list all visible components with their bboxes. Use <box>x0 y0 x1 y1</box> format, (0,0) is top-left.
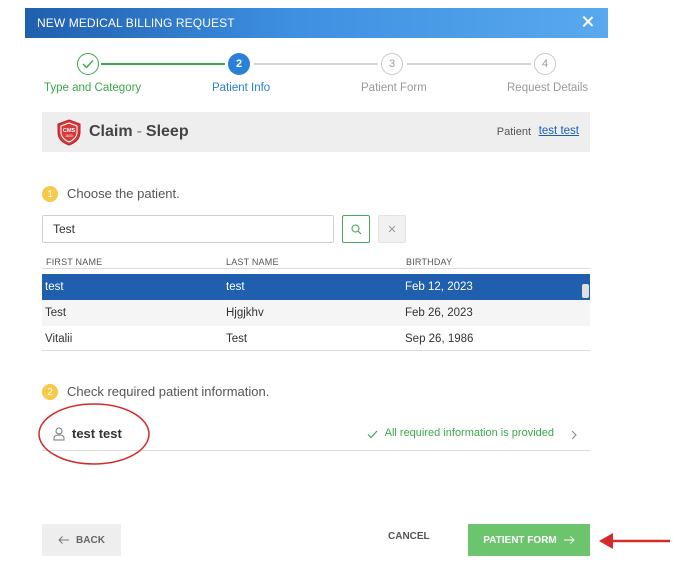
arrow-left-icon <box>58 536 70 544</box>
patient-link[interactable]: test test <box>539 125 579 137</box>
step-3-circle[interactable]: 3 <box>381 53 403 75</box>
step-4-circle[interactable]: 4 <box>534 53 556 75</box>
modal-header: NEW MEDICAL BILLING REQUEST <box>25 8 608 38</box>
col-header-first-name[interactable]: FIRST NAME <box>46 257 102 267</box>
section-2-number: 2 <box>42 384 58 400</box>
cell-birthday: Sep 26, 1986 <box>405 333 474 345</box>
section-1-number: 1 <box>42 186 58 202</box>
required-info-status: All required information is provided <box>384 427 554 439</box>
cms-shield-icon: CMS 1500 <box>57 119 81 146</box>
patient-form-label: PATIENT FORM <box>483 534 557 546</box>
col-header-birthday[interactable]: BIRTHDAY <box>406 257 452 267</box>
cell-first-name: test <box>45 281 64 293</box>
cell-birthday: Feb 26, 2023 <box>405 307 473 319</box>
section-2-title: Check required patient information. <box>67 384 270 399</box>
patient-label: Patient <box>496 126 531 138</box>
required-row-divider <box>42 450 590 451</box>
cell-last-name: Test <box>226 333 248 345</box>
table-scrollbar[interactable] <box>582 284 589 298</box>
back-label: BACK <box>76 534 105 546</box>
table-row[interactable]: Test Hjgjkhv Feb 26, 2023 <box>42 300 590 326</box>
patient-form-button[interactable]: PATIENT FORM <box>468 524 590 556</box>
search-button[interactable] <box>342 215 370 243</box>
search-icon <box>350 223 361 234</box>
claim-type: Claim <box>89 123 133 140</box>
col-header-last-name[interactable]: LAST NAME <box>226 257 279 267</box>
required-info-row[interactable]: test test All required information is pr… <box>42 420 590 450</box>
badge-sub: 1500 <box>65 134 73 138</box>
step-connector-3 <box>407 63 531 65</box>
step-1-circle[interactable] <box>77 53 99 75</box>
annotation-arrow-icon <box>599 533 670 549</box>
cell-last-name: test <box>226 281 245 293</box>
back-button[interactable]: BACK <box>42 524 121 556</box>
step-1-label: Type and Category <box>44 82 142 94</box>
claim-separator: - <box>136 123 142 140</box>
cell-first-name: Vitalii <box>45 333 73 345</box>
check-icon <box>82 60 94 69</box>
cell-birthday: Feb 12, 2023 <box>405 281 473 293</box>
check-icon <box>367 430 378 439</box>
chevron-right-icon <box>571 430 577 440</box>
patient-search-input[interactable] <box>42 215 334 243</box>
arrow-right-icon <box>563 536 575 544</box>
table-row[interactable]: Vitalii Test Sep 26, 1986 <box>42 326 590 352</box>
table-bottom-divider <box>42 350 590 351</box>
table-row[interactable]: test test Feb 12, 2023 <box>42 274 590 300</box>
claim-title: Claim - Sleep <box>89 123 189 141</box>
step-4-label: Request Details <box>507 82 589 94</box>
modal-title: NEW MEDICAL BILLING REQUEST <box>37 16 235 30</box>
claim-category: Sleep <box>145 123 189 140</box>
table-header-divider <box>42 268 590 269</box>
step-3-label: Patient Form <box>361 82 427 94</box>
person-icon <box>53 427 65 441</box>
step-connector-2 <box>254 63 378 65</box>
cancel-button[interactable]: CANCEL <box>388 531 430 542</box>
close-icon[interactable] <box>580 14 596 30</box>
required-patient-name: test test <box>72 426 122 441</box>
claim-banner: CMS 1500 Claim - Sleep Patient test test <box>42 112 590 152</box>
close-icon <box>388 225 396 233</box>
step-connector-1 <box>101 63 225 65</box>
section-1-title: Choose the patient. <box>67 186 180 201</box>
step-2-label: Patient Info <box>212 82 271 94</box>
cell-last-name: Hjgjkhv <box>226 307 264 319</box>
cell-first-name: Test <box>45 307 67 319</box>
step-2-circle[interactable]: 2 <box>228 53 250 75</box>
clear-search-button[interactable] <box>378 215 406 243</box>
